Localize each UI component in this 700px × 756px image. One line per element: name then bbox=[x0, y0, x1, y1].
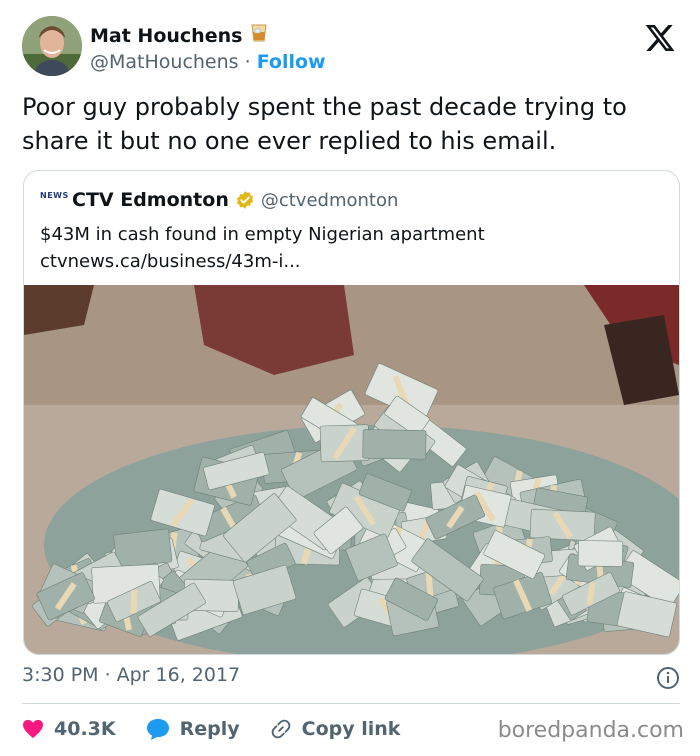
reply-label: Reply bbox=[179, 718, 240, 740]
quoted-link[interactable]: ctvnews.ca/business/43m-i... bbox=[40, 248, 660, 275]
reply-button[interactable]: Reply bbox=[146, 718, 240, 740]
copy-link-label: Copy link bbox=[301, 718, 401, 740]
copy-link-button[interactable]: Copy link bbox=[270, 718, 401, 740]
tweet-time: 3:30 PM bbox=[22, 664, 99, 686]
verified-badge-icon bbox=[235, 190, 255, 210]
watermark: boredpanda.com bbox=[497, 718, 684, 743]
quoted-headline: $43M in cash found in empty Nigerian apa… bbox=[40, 224, 485, 245]
action-bar: 40.3K Reply Copy link bbox=[22, 714, 430, 744]
quoted-tweet-text: $43M in cash found in empty Nigerian apa… bbox=[40, 221, 660, 275]
avatar[interactable] bbox=[22, 16, 82, 76]
meta-separator: · bbox=[104, 664, 111, 686]
whiskey-glass-icon bbox=[250, 23, 268, 48]
author-handle-row: @MatHouchens · Follow bbox=[90, 50, 326, 74]
like-count: 40.3K bbox=[54, 718, 116, 740]
author-handle[interactable]: @MatHouchens bbox=[90, 51, 239, 73]
author-name-row: Mat Houchens bbox=[90, 23, 326, 48]
info-icon[interactable] bbox=[656, 666, 680, 690]
quoted-author-handle[interactable]: @ctvedmonton bbox=[261, 190, 399, 211]
ctv-news-logo: NEWS bbox=[40, 191, 69, 200]
tweet-text: Poor guy probably spent the past decade … bbox=[22, 93, 627, 155]
like-button[interactable]: 40.3K bbox=[22, 718, 116, 740]
link-icon bbox=[271, 719, 290, 739]
author-name[interactable]: Mat Houchens bbox=[90, 25, 242, 47]
tweet-timestamp[interactable]: 3:30 PM · Apr 16, 2017 bbox=[22, 664, 240, 686]
follow-button[interactable]: Follow bbox=[257, 51, 326, 73]
quoted-author-name[interactable]: CTV Edmonton bbox=[72, 189, 229, 211]
x-logo-icon[interactable] bbox=[643, 22, 677, 54]
cash-pile-photo[interactable] bbox=[24, 285, 679, 654]
quoted-tweet[interactable]: NEWS CTV Edmonton @ctvedmonton $43M in c… bbox=[23, 170, 680, 655]
quoted-tweet-header: NEWS CTV Edmonton @ctvedmonton bbox=[40, 189, 398, 211]
author-block: Mat Houchens @MatHouchens · Follow bbox=[90, 23, 326, 74]
divider bbox=[22, 703, 680, 704]
reply-bubble-icon bbox=[146, 719, 169, 740]
tweet-header: Mat Houchens @MatHouchens · Follow bbox=[22, 16, 680, 80]
heart-icon bbox=[23, 719, 43, 739]
handle-separator: · bbox=[244, 51, 251, 73]
tweet-date: Apr 16, 2017 bbox=[116, 664, 241, 686]
